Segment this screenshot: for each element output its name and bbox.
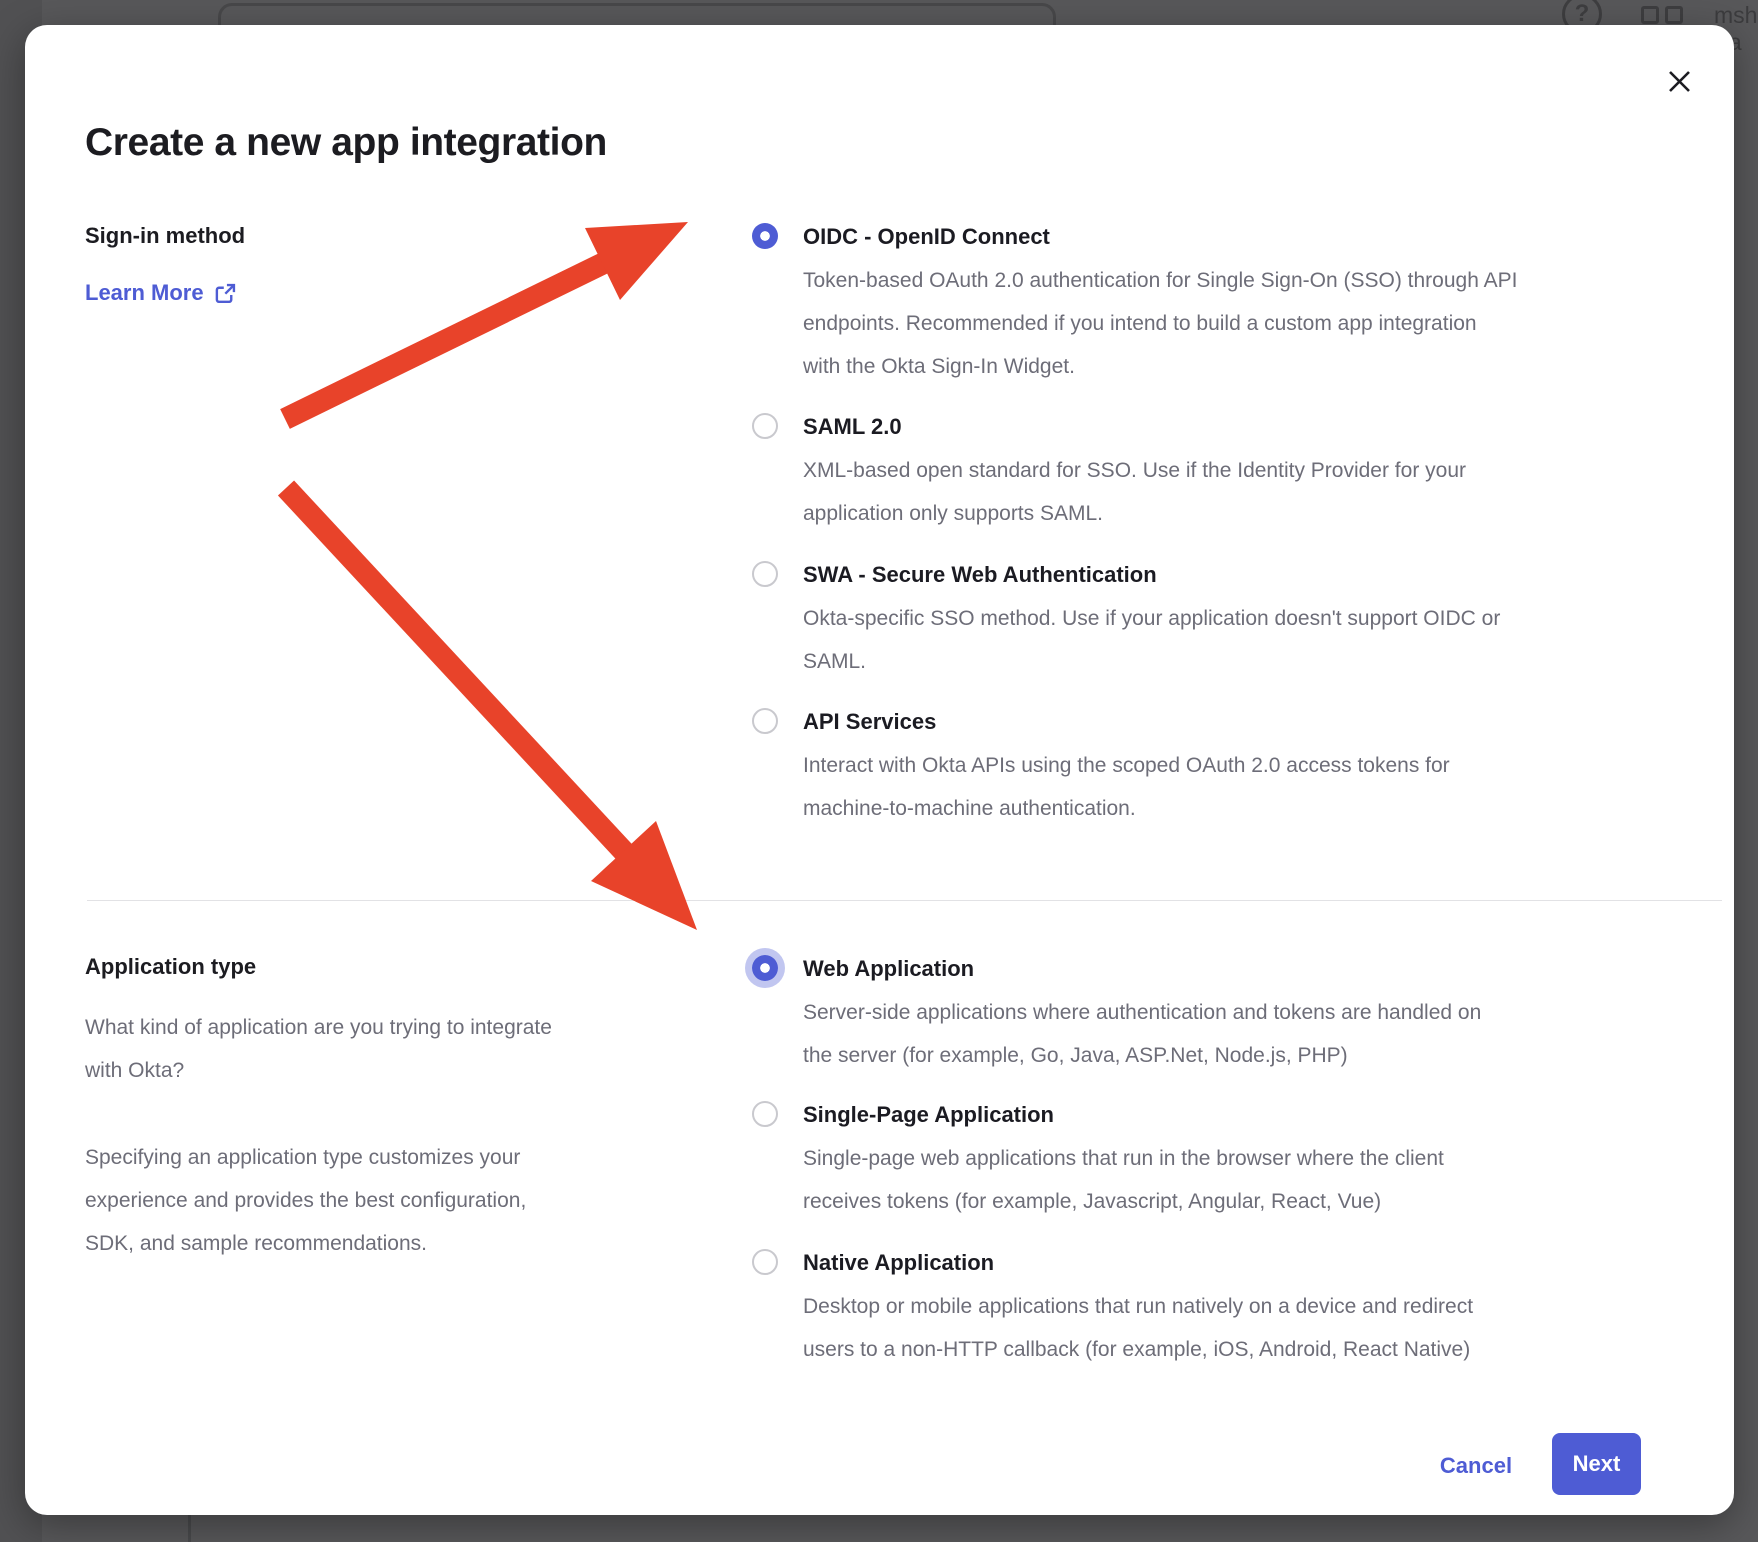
close-icon [1666,68,1693,95]
option-description: XML-based open standard for SSO. Use if … [803,449,1466,535]
option-description: Single-page web applications that run in… [803,1137,1444,1223]
option-web-application[interactable]: Web Application Server-side applications… [752,947,1732,1077]
signin-method-heading: Sign-in method [85,214,245,257]
option-single-page-application[interactable]: Single-Page Application Single-page web … [752,1093,1732,1223]
apps-grid-icon [1641,6,1683,24]
radio-selected-icon[interactable] [752,955,778,981]
apps-grid-square [1665,6,1683,24]
section-divider [87,900,1722,901]
option-label: Native Application [803,1241,1473,1284]
option-label: API Services [803,700,1450,743]
dialog-title: Create a new app integration [85,121,845,165]
application-type-question: What kind of application are you trying … [85,1006,725,1092]
cancel-button[interactable]: Cancel [1429,1444,1523,1488]
option-description: Okta-specific SSO method. Use if your ap… [803,597,1500,683]
application-type-note: Specifying an application type customize… [85,1136,725,1265]
option-description: Interact with Okta APIs using the scoped… [803,744,1450,830]
option-description: Desktop or mobile applications that run … [803,1285,1473,1371]
option-api-services[interactable]: API Services Interact with Okta APIs usi… [752,700,1732,830]
screen: ? msh kta Create a new app integration S… [0,0,1758,1542]
option-description: Token-based OAuth 2.0 authentication for… [803,259,1517,388]
learn-more-link[interactable]: Learn More [85,271,237,315]
option-description: Server-side applications where authentic… [803,991,1481,1077]
create-app-integration-dialog: Create a new app integration Sign-in met… [25,25,1734,1515]
option-saml[interactable]: SAML 2.0 XML-based open standard for SSO… [752,405,1732,535]
radio-unselected-icon[interactable] [752,413,778,439]
option-label: SAML 2.0 [803,405,1466,448]
option-native-application[interactable]: Native Application Desktop or mobile app… [752,1241,1732,1371]
background-user-text: msh [1714,2,1757,29]
radio-unselected-icon[interactable] [752,1101,778,1127]
option-label: Single-Page Application [803,1093,1444,1136]
option-label: SWA - Secure Web Authentication [803,553,1500,596]
application-type-heading: Application type [85,945,256,988]
radio-unselected-icon[interactable] [752,708,778,734]
option-oidc[interactable]: OIDC - OpenID Connect Token-based OAuth … [752,215,1732,388]
help-glyph: ? [1575,0,1590,28]
radio-unselected-icon[interactable] [752,1249,778,1275]
option-swa[interactable]: SWA - Secure Web Authentication Okta-spe… [752,553,1732,683]
learn-more-label: Learn More [85,271,204,315]
external-link-icon [214,282,237,305]
option-label: OIDC - OpenID Connect [803,215,1517,258]
close-button[interactable] [1656,58,1702,104]
option-label: Web Application [803,947,1481,990]
radio-selected-icon[interactable] [752,223,778,249]
apps-grid-square [1641,6,1659,24]
radio-unselected-icon[interactable] [752,561,778,587]
next-button[interactable]: Next [1552,1433,1641,1495]
